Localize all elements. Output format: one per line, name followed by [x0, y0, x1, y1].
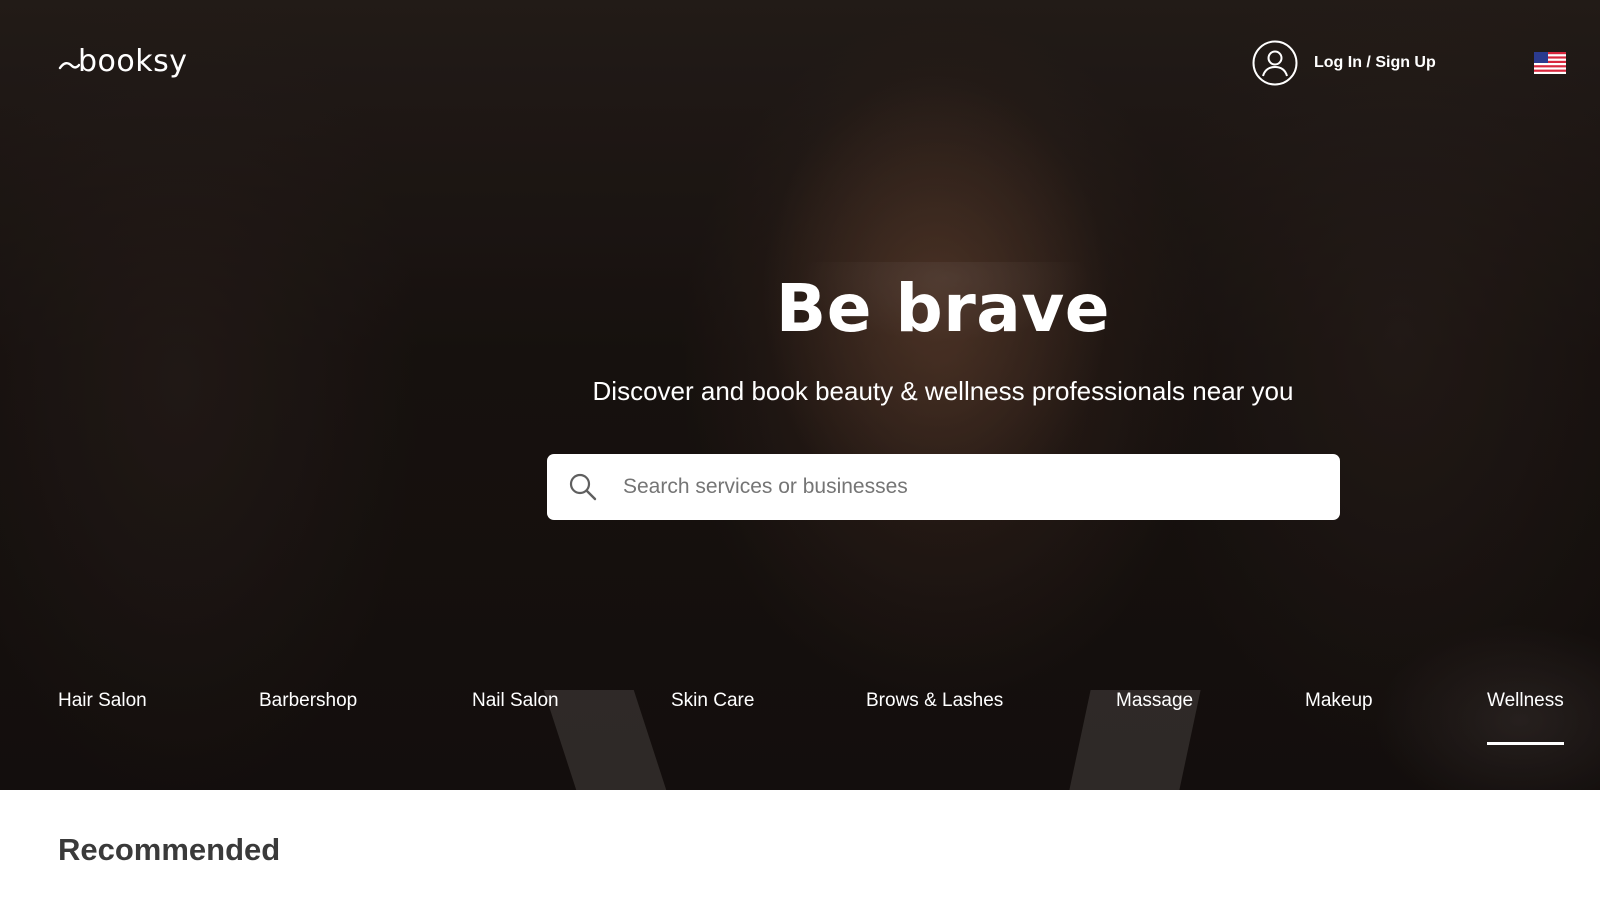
login-signup-button[interactable]: Log In / Sign Up [1252, 40, 1436, 86]
category-tab-nail-salon[interactable]: Nail Salon [472, 690, 559, 712]
category-tab-wellness[interactable]: Wellness [1487, 690, 1564, 745]
logo-swoosh-icon [58, 61, 80, 69]
booksy-home-page: booksy Log In / Sign Up Be brave Discove… [0, 0, 1600, 901]
category-tab-skin-care[interactable]: Skin Care [671, 690, 754, 712]
user-avatar-icon [1252, 40, 1298, 86]
category-tab-brows-lashes[interactable]: Brows & Lashes [866, 690, 1003, 712]
hero-title: Be brave [775, 270, 1111, 347]
booksy-logo[interactable]: booksy [58, 44, 188, 79]
recommended-section-title: Recommended [58, 832, 281, 867]
category-tab-hair-salon[interactable]: Hair Salon [58, 690, 147, 712]
category-tab-makeup[interactable]: Makeup [1305, 690, 1373, 712]
category-nav: Hair Salon Barbershop Nail Salon Skin Ca… [0, 690, 1600, 750]
category-tab-barbershop[interactable]: Barbershop [259, 690, 357, 712]
search-input[interactable] [621, 474, 1305, 500]
hero-banner: booksy Log In / Sign Up Be brave Discove… [0, 0, 1600, 790]
search-icon [569, 473, 597, 501]
logo-text: booksy [78, 44, 188, 79]
hero-subtitle: Discover and book beauty & wellness prof… [592, 376, 1294, 406]
login-signup-label: Log In / Sign Up [1314, 54, 1436, 71]
us-flag-icon[interactable] [1534, 52, 1566, 74]
search-bar[interactable] [547, 454, 1340, 520]
category-tab-massage[interactable]: Massage [1116, 690, 1193, 712]
